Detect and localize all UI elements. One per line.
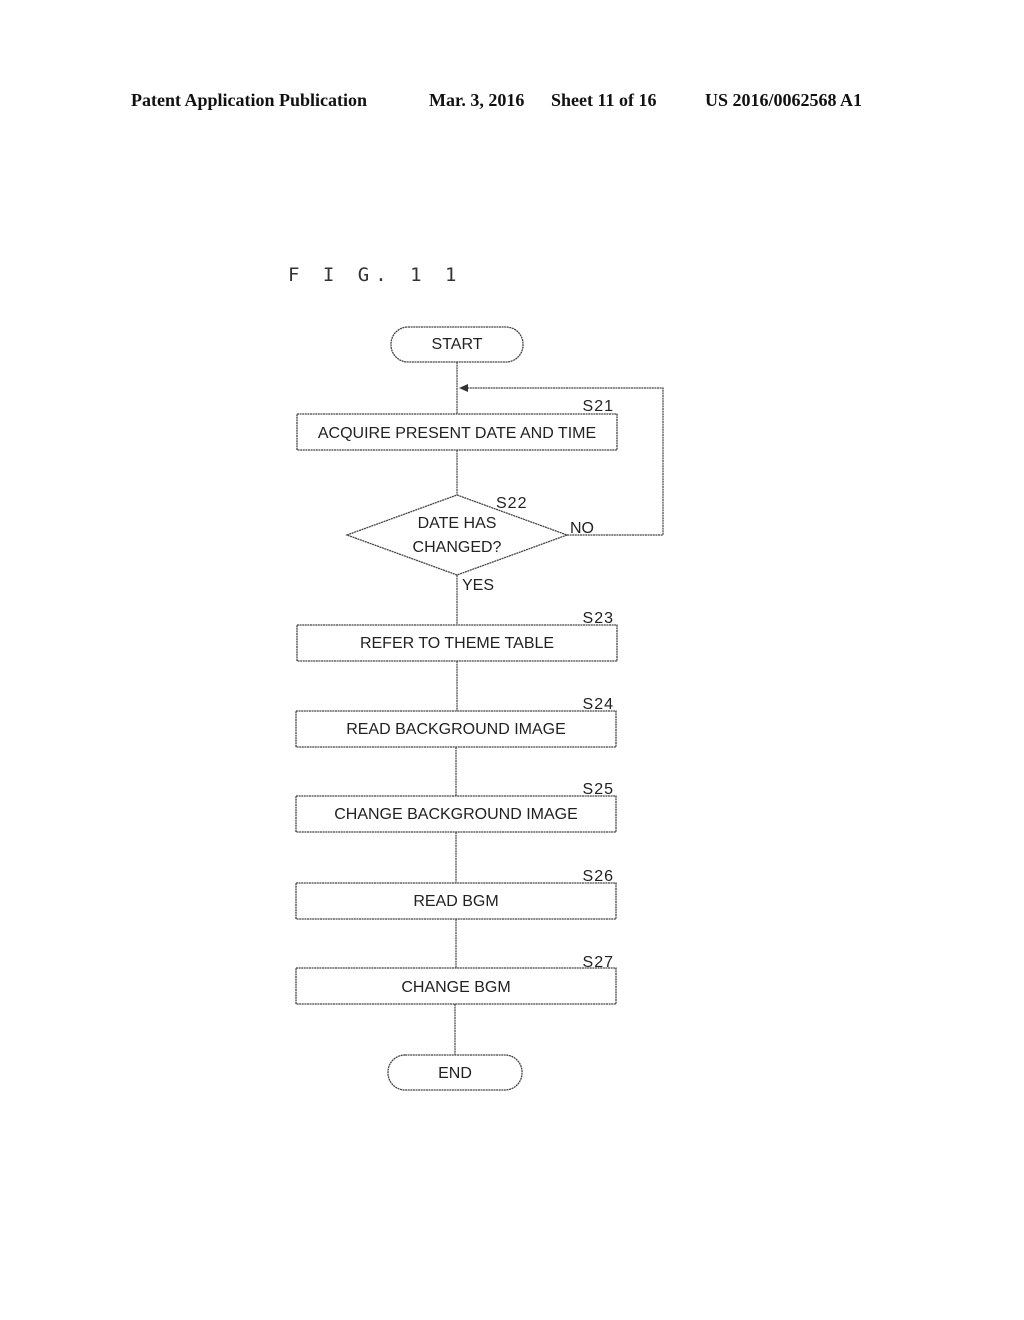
step-id-s22: S22 bbox=[496, 495, 527, 512]
step-id-s27: S27 bbox=[583, 954, 614, 971]
step-text-s27: CHANGE BGM bbox=[401, 979, 510, 996]
end-label: END bbox=[438, 1065, 472, 1082]
flowchart: START ACQUIRE PRESENT DATE AND TIME S21 … bbox=[295, 326, 664, 1091]
step-id-s24: S24 bbox=[583, 696, 614, 713]
step-text-s26: READ BGM bbox=[413, 893, 498, 910]
start-label: START bbox=[432, 336, 483, 353]
step-text-s25: CHANGE BACKGROUND IMAGE bbox=[334, 806, 578, 823]
decision-text-line1: DATE HAS bbox=[418, 515, 497, 532]
decision-no-label: NO bbox=[570, 520, 594, 537]
decision-yes-label: YES bbox=[462, 577, 494, 594]
step-id-s25: S25 bbox=[583, 781, 614, 798]
decision-text-line2: CHANGED? bbox=[413, 539, 502, 556]
step-text-s21: ACQUIRE PRESENT DATE AND TIME bbox=[318, 425, 596, 442]
step-id-s23: S23 bbox=[583, 610, 614, 627]
step-id-s21: S21 bbox=[583, 398, 614, 415]
step-id-s26: S26 bbox=[583, 868, 614, 885]
arrowhead-icon bbox=[459, 384, 468, 392]
step-text-s23: REFER TO THEME TABLE bbox=[360, 635, 554, 652]
decision-diamond-s22 bbox=[345, 494, 569, 576]
step-text-s24: READ BACKGROUND IMAGE bbox=[346, 721, 566, 738]
